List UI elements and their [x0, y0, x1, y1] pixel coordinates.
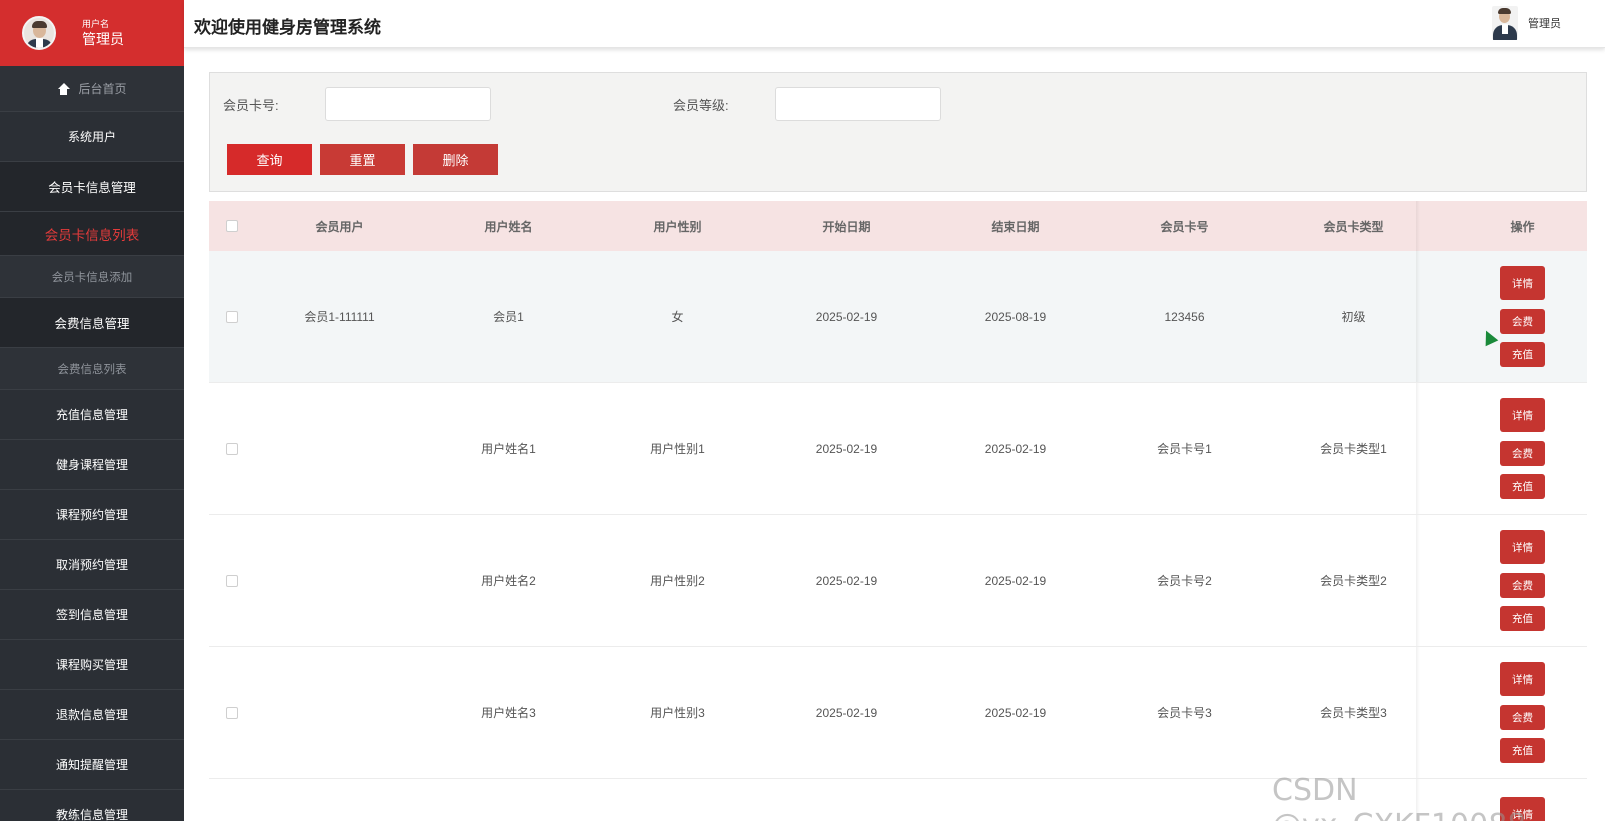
table-row: 用户姓名1 用户性别1 2025-02-19 2025-02-19 会员卡号1 …: [209, 383, 1587, 515]
header-user-name: 管理员: [1528, 18, 1561, 30]
reset-button[interactable]: 重置: [320, 144, 405, 175]
recharge-button[interactable]: 充值: [1500, 342, 1545, 367]
sidebar-item-checkin-management[interactable]: 签到信息管理: [0, 590, 184, 640]
sidebar-item-membership-card-add[interactable]: 会员卡信息添加: [0, 256, 184, 298]
cell-card-number: 会员卡号3: [1157, 706, 1212, 720]
home-icon: [57, 82, 71, 95]
watermark: CSDN @vx_CXKF10088: [1272, 773, 1526, 821]
avatar: [22, 16, 56, 50]
cell-start-date: 2025-02-19: [815, 705, 878, 720]
member-level-label: 会员等级:: [673, 98, 729, 113]
recharge-button[interactable]: 充值: [1500, 738, 1545, 763]
header-avatar: [1492, 6, 1518, 40]
fee-button[interactable]: 会费: [1500, 573, 1545, 598]
top-header: 欢迎使用健身房管理系统 管理员: [184, 0, 1605, 48]
select-all-checkbox[interactable]: [226, 220, 238, 232]
row-actions: 详情 会费 充值: [1438, 266, 1605, 367]
header-user[interactable]: 管理员: [1492, 6, 1561, 40]
sidebar-item-fee-list[interactable]: 会费信息列表: [0, 348, 184, 390]
membership-card-table: 会员用户 用户姓名 用户性别 开始日期 结束日期 会员卡号 会员卡类型 操作 会…: [209, 201, 1587, 821]
col-header-card-number[interactable]: 会员卡号: [1100, 218, 1269, 235]
cell-user-name: 会员1: [493, 310, 524, 324]
fee-button[interactable]: 会费: [1500, 705, 1545, 730]
cell-card-type: 会员卡类型3: [1320, 706, 1387, 720]
row-actions: 详情 会费 充值: [1438, 530, 1605, 631]
sidebar-item-recharge-management[interactable]: 充值信息管理: [0, 390, 184, 440]
col-header-member-user[interactable]: 会员用户: [255, 218, 424, 235]
cell-end-date: 2025-02-19: [984, 705, 1047, 720]
table-header: 会员用户 用户姓名 用户性别 开始日期 结束日期 会员卡号 会员卡类型 操作: [209, 201, 1587, 251]
col-header-user-name[interactable]: 用户姓名: [424, 218, 593, 235]
row-checkbox[interactable]: [226, 706, 238, 719]
cell-card-type: 会员卡类型1: [1320, 442, 1387, 456]
col-header-actions: 操作: [1510, 219, 1535, 234]
card-number-label: 会员卡号:: [223, 98, 279, 113]
profile-label: 用户名: [82, 18, 110, 29]
cell-card-type: 初级: [1341, 310, 1366, 324]
col-header-card-type[interactable]: 会员卡类型: [1269, 218, 1438, 235]
sidebar-item-membership-card-list[interactable]: 会员卡信息列表: [0, 212, 184, 256]
member-level-input[interactable]: [775, 87, 941, 121]
table-row: 用户姓名3 用户性别3 2025-02-19 2025-02-19 会员卡号3 …: [209, 647, 1587, 779]
cell-end-date: 2025-02-19: [984, 573, 1047, 588]
cell-start-date: 2025-02-19: [815, 441, 878, 456]
cell-card-number: 会员卡号1: [1157, 442, 1212, 456]
col-header-end-date[interactable]: 结束日期: [931, 218, 1100, 235]
sidebar-item-fee-management[interactable]: 会费信息管理: [0, 298, 184, 348]
row-checkbox[interactable]: [226, 574, 238, 587]
sidebar-item-system-users[interactable]: 系统用户: [0, 112, 184, 162]
sidebar-item-notification-management[interactable]: 通知提醒管理: [0, 740, 184, 790]
cell-user-gender: 用户性别3: [650, 706, 705, 720]
sidebar-item-cancel-booking-management[interactable]: 取消预约管理: [0, 540, 184, 590]
fee-button[interactable]: 会费: [1500, 441, 1545, 466]
cell-user-name: 用户姓名3: [481, 706, 536, 720]
sidebar-item-membership-card-management[interactable]: 会员卡信息管理: [0, 162, 184, 212]
cell-member-user: 会员1-111111: [304, 310, 375, 324]
cell-user-name: 用户姓名1: [481, 442, 536, 456]
row-checkbox[interactable]: [226, 310, 238, 323]
detail-button[interactable]: 详情: [1500, 662, 1545, 696]
query-button[interactable]: 查询: [227, 144, 312, 175]
cell-start-date: 2025-02-19: [815, 309, 878, 324]
recharge-button[interactable]: 充值: [1500, 606, 1545, 631]
row-actions: 详情 会费 充值: [1438, 662, 1605, 763]
detail-button[interactable]: 详情: [1500, 266, 1545, 300]
cell-user-name: 用户姓名2: [481, 574, 536, 588]
row-checkbox[interactable]: [226, 442, 238, 455]
sidebar-item-course-purchase-management[interactable]: 课程购买管理: [0, 640, 184, 690]
profile-name: 管理员: [82, 30, 124, 47]
delete-button[interactable]: 删除: [413, 144, 498, 175]
cell-card-number: 123456: [1164, 309, 1205, 324]
cell-end-date: 2025-08-19: [984, 309, 1047, 324]
row-actions: 详情 会费 充值: [1438, 398, 1605, 499]
sidebar-item-course-management[interactable]: 健身课程管理: [0, 440, 184, 490]
col-header-start-date[interactable]: 开始日期: [762, 218, 931, 235]
page-title: 欢迎使用健身房管理系统: [194, 18, 381, 37]
sidebar: 用户名 管理员 后台首页 系统用户 会员卡信息管理 会员卡信息列表 会员卡信息添…: [0, 0, 184, 821]
cell-card-type: 会员卡类型2: [1320, 574, 1387, 588]
cell-end-date: 2025-02-19: [984, 441, 1047, 456]
sidebar-profile: 用户名 管理员: [0, 0, 184, 66]
card-number-input[interactable]: [325, 87, 491, 121]
sidebar-item-coach-management[interactable]: 教练信息管理: [0, 790, 184, 821]
sidebar-item-refund-management[interactable]: 退款信息管理: [0, 690, 184, 740]
cell-start-date: 2025-02-19: [815, 573, 878, 588]
search-panel: 会员卡号: 会员等级: 查询 重置 删除: [209, 72, 1587, 192]
detail-button[interactable]: 详情: [1500, 530, 1545, 564]
table-row: 用户姓名2 用户性别2 2025-02-19 2025-02-19 会员卡号2 …: [209, 515, 1587, 647]
cell-card-number: 会员卡号2: [1157, 574, 1212, 588]
sidebar-item-booking-management[interactable]: 课程预约管理: [0, 490, 184, 540]
col-header-user-gender[interactable]: 用户性别: [593, 218, 762, 235]
sidebar-item-home[interactable]: 后台首页: [0, 66, 184, 112]
cell-user-gender: 用户性别1: [650, 442, 705, 456]
cell-user-gender: 女: [671, 310, 684, 324]
fee-button[interactable]: 会费: [1500, 309, 1545, 334]
detail-button[interactable]: 详情: [1500, 398, 1545, 432]
cell-user-gender: 用户性别2: [650, 574, 705, 588]
table-row: 会员1-111111 会员1 女 2025-02-19 2025-08-19 1…: [209, 251, 1587, 383]
recharge-button[interactable]: 充值: [1500, 474, 1545, 499]
